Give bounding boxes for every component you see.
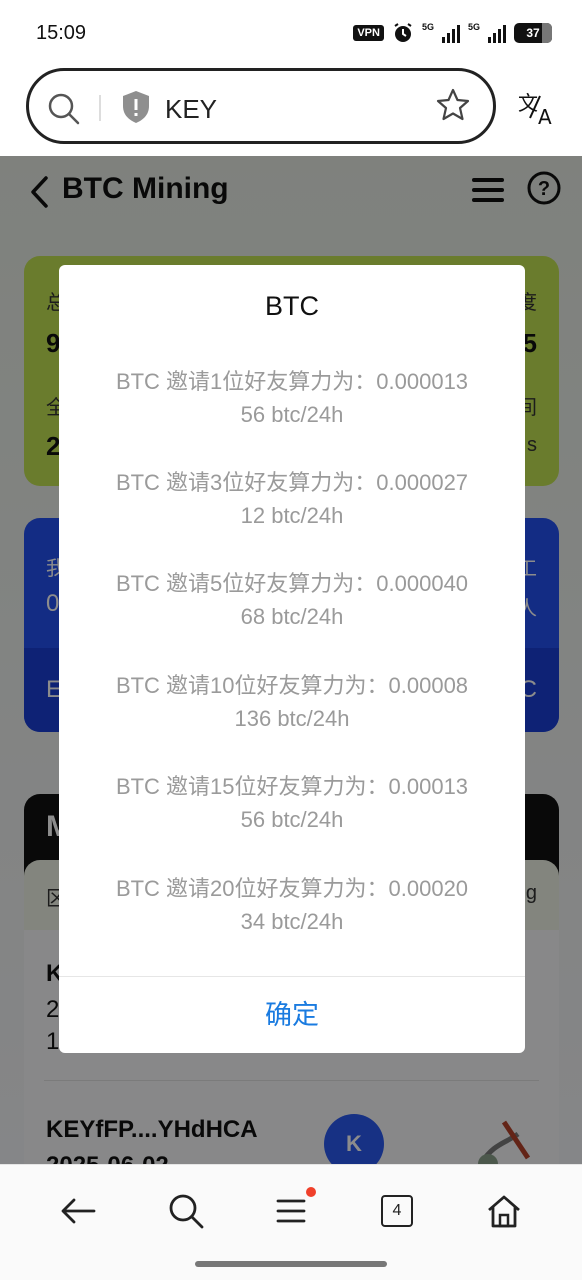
search-icon[interactable] — [166, 1191, 206, 1231]
status-time: 15:09 — [36, 22, 87, 44]
dialog-item-line1: BTC 邀请3位好友算力为：0.000027 — [115, 470, 469, 495]
dialog-item-line2: 56 btc/24h — [240, 402, 344, 427]
divider — [99, 95, 101, 121]
network-5g-label: 5G — [421, 22, 434, 32]
dialog-item-line2: 34 btc/24h — [240, 909, 344, 934]
status-bar: 15:09 VPN 5G 5G 37 — [0, 0, 582, 66]
bottom-nav: 4 — [0, 1164, 582, 1280]
dialog-item: BTC 邀请1位好友算力为：0.000013 56 btc/24h — [59, 365, 525, 431]
home-icon[interactable] — [484, 1191, 524, 1231]
dialog-item: BTC 邀请10位好友算力为：0.00008 136 btc/24h — [59, 669, 525, 735]
dialog-item: BTC 邀请15位好友算力为：0.00013 56 btc/24h — [59, 770, 525, 836]
dialog-item-line1: BTC 邀请10位好友算力为：0.00008 — [115, 673, 469, 698]
alarm-icon — [394, 23, 412, 42]
signal-icon — [441, 23, 460, 43]
dialog-item-line2: 136 btc/24h — [234, 706, 350, 731]
url-text[interactable]: KEY — [165, 94, 217, 125]
translate-icon[interactable]: 文 A — [516, 88, 556, 129]
svg-text:文: 文 — [518, 91, 538, 115]
translate-glyph: 文 A — [518, 91, 552, 129]
url-field[interactable]: KEY — [26, 68, 496, 144]
search-icon[interactable] — [47, 92, 81, 126]
dialog-item-line2: 68 btc/24h — [240, 604, 344, 629]
back-arrow-icon[interactable] — [58, 1191, 98, 1231]
confirm-button[interactable]: 确定 — [59, 977, 525, 1053]
vpn-badge: VPN — [353, 25, 384, 41]
network-5g-label-2: 5G — [467, 22, 480, 32]
dialog-item-line1: BTC 邀请15位好友算力为：0.00013 — [115, 774, 469, 799]
battery-icon: 37 — [514, 23, 552, 43]
dialog-item-line2: 12 btc/24h — [240, 503, 344, 528]
dialog-item: BTC 邀请5位好友算力为：0.000040 68 btc/24h — [59, 567, 525, 633]
star-icon[interactable] — [435, 87, 471, 123]
dialog-item-line1: BTC 邀请1位好友算力为：0.000013 — [115, 369, 469, 394]
dialog-item: BTC 邀请20位好友算力为：0.00020 34 btc/24h — [59, 872, 525, 938]
menu-icon[interactable] — [272, 1191, 312, 1231]
notification-dot — [306, 1187, 316, 1197]
dialog-item-line2: 56 btc/24h — [240, 807, 344, 832]
hashrate-dialog: BTC BTC 邀请1位好友算力为：0.000013 56 btc/24h BT… — [59, 265, 525, 1053]
tabs-icon[interactable]: 4 — [381, 1195, 413, 1227]
address-bar: KEY 文 A — [0, 66, 582, 156]
signal-icon-2 — [488, 23, 506, 43]
dialog-item: BTC 邀请3位好友算力为：0.000027 12 btc/24h — [59, 466, 525, 532]
dialog-item-line1: BTC 邀请5位好友算力为：0.000040 — [115, 571, 469, 596]
shield-icon[interactable] — [121, 90, 151, 124]
dialog-title: BTC — [265, 291, 319, 321]
home-indicator[interactable] — [195, 1261, 387, 1267]
battery-level: 37 — [526, 26, 540, 40]
status-icons: VPN 5G 5G 37 — [353, 22, 552, 44]
svg-text:A: A — [538, 105, 552, 128]
dialog-item-line1: BTC 邀请20位好友算力为：0.00020 — [115, 876, 469, 901]
